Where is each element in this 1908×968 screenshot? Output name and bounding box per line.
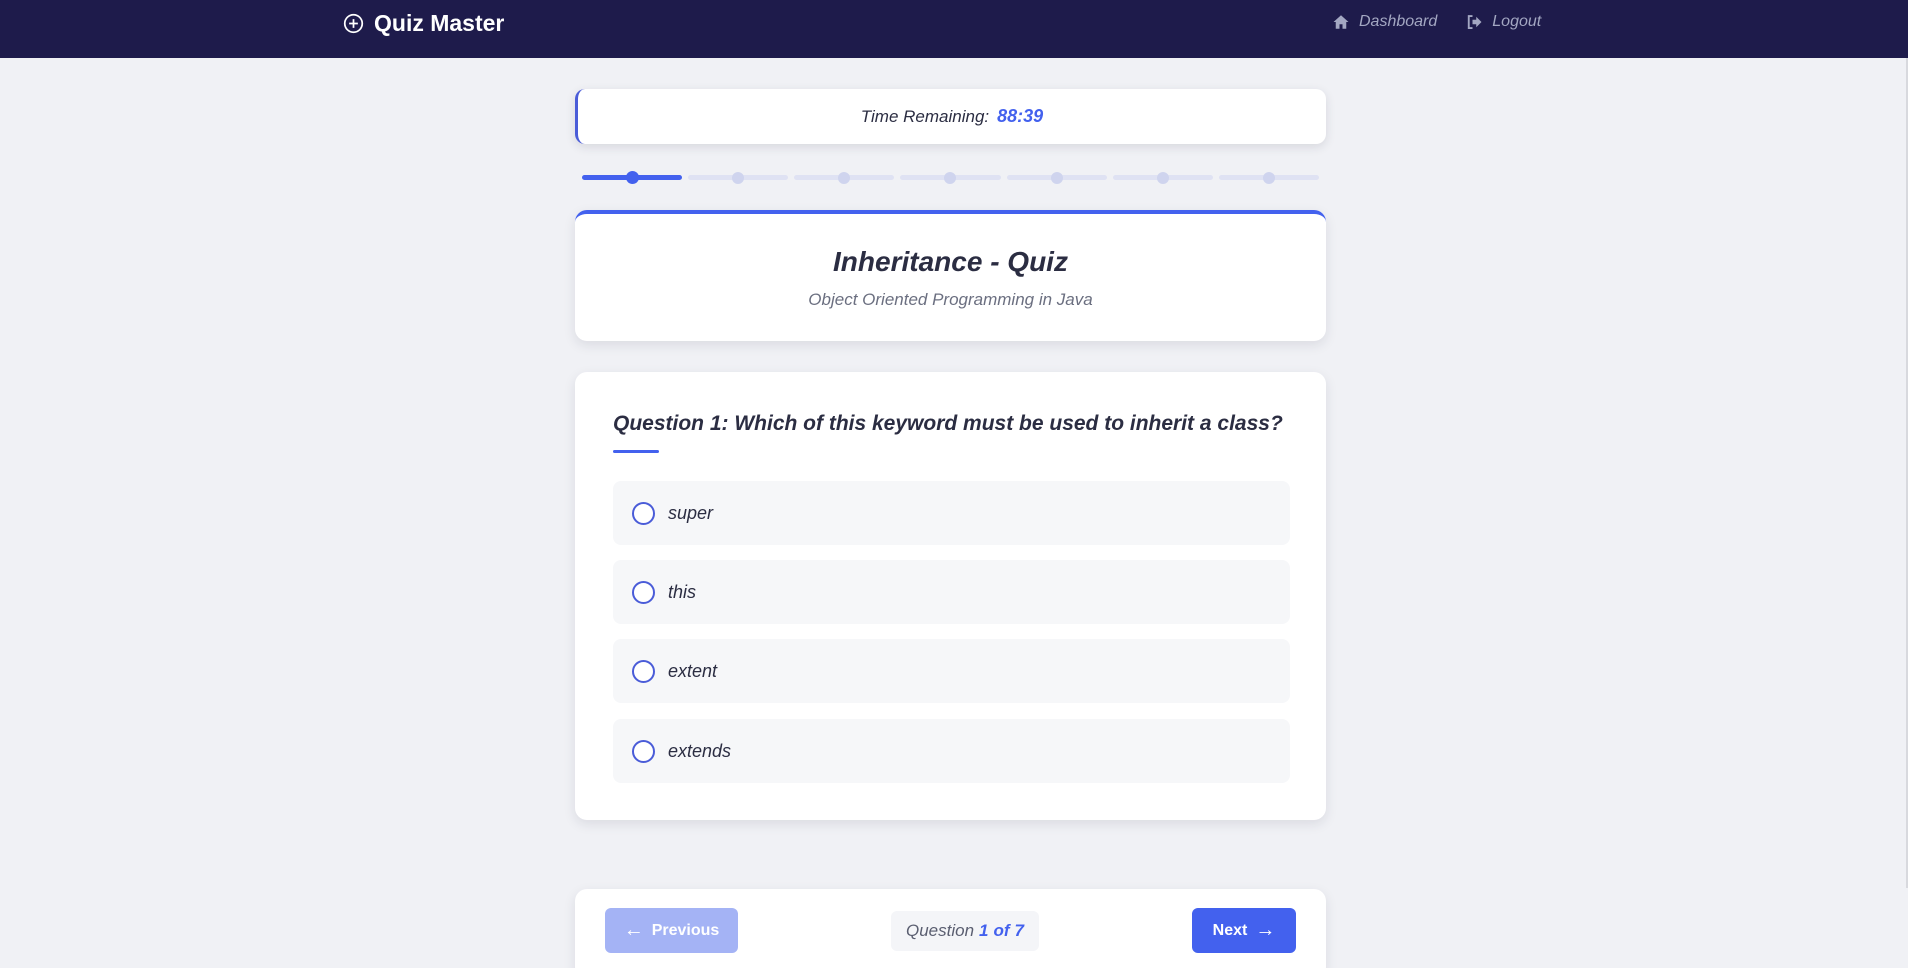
next-button[interactable]: Next →	[1192, 908, 1296, 953]
radio-button[interactable]	[632, 659, 655, 683]
progress-dot	[626, 171, 640, 184]
next-button-label: Next	[1212, 921, 1248, 939]
answer-option[interactable]: this	[613, 560, 1290, 624]
question-text: Question 1: Which of this keyword must b…	[613, 412, 1283, 435]
progress-dot	[1050, 172, 1063, 184]
counter-prefix: Question	[905, 921, 975, 940]
timer-panel: Time Remaining: 88:39	[575, 89, 1326, 144]
nav-links: Dashboard Logout	[1332, 11, 1541, 33]
top-navbar: Quiz Master Dashboard Logout	[0, 0, 1908, 58]
answer-option-label: super	[668, 502, 714, 523]
quiz-title: Inheritance - Quiz	[833, 246, 1068, 277]
arrow-left-icon: ←	[623, 919, 644, 941]
counter-total: 7	[1014, 921, 1025, 940]
radio-button[interactable]	[632, 501, 655, 525]
answer-option[interactable]: extent	[613, 639, 1290, 703]
progress-segment	[794, 172, 895, 184]
answer-option-label: extends	[668, 740, 732, 761]
timer-value: 88:39	[997, 106, 1044, 126]
question-underline	[613, 450, 659, 453]
question-counter: Question 1 of 7	[891, 911, 1039, 951]
radio-button[interactable]	[632, 739, 655, 763]
progress-segment	[1112, 172, 1213, 184]
question-card: Question 1: Which of this keyword must b…	[575, 372, 1326, 820]
brand-name: Quiz Master	[374, 9, 505, 36]
answer-option-label: this	[668, 581, 697, 602]
plus-circle-icon	[343, 13, 364, 33]
question-progress-bar	[582, 171, 1319, 184]
counter-separator: of	[993, 921, 1010, 940]
progress-dot	[838, 172, 851, 184]
progress-segment	[900, 172, 1001, 184]
answer-option[interactable]: super	[613, 481, 1290, 545]
answer-option[interactable]: extends	[613, 719, 1290, 783]
brand-logo[interactable]: Quiz Master	[343, 10, 504, 36]
progress-dot	[944, 172, 957, 184]
logout-icon	[1468, 15, 1482, 29]
home-icon	[1333, 15, 1349, 29]
progress-segment	[582, 171, 683, 184]
nav-link-label: Logout	[1492, 13, 1542, 30]
navigation-footer: ← Previous Question 1 of 7 Next →	[575, 889, 1326, 968]
nav-link-logout[interactable]: Logout	[1465, 13, 1541, 31]
arrow-right-icon: →	[1255, 919, 1276, 941]
progress-dot	[732, 172, 745, 184]
nav-link-dashboard[interactable]: Dashboard	[1332, 13, 1437, 31]
previous-button[interactable]: ← Previous	[605, 908, 738, 953]
quiz-subtitle: Object Oriented Programming in Java	[808, 290, 1093, 309]
counter-current: 1	[979, 921, 989, 940]
quiz-header-card: Inheritance - Quiz Object Oriented Progr…	[575, 210, 1326, 341]
radio-button[interactable]	[632, 580, 655, 604]
answer-option-label: extent	[668, 660, 718, 681]
progress-segment	[1218, 172, 1319, 184]
previous-button-label: Previous	[651, 921, 720, 939]
progress-dot	[1262, 172, 1275, 184]
progress-segment	[1006, 172, 1107, 184]
timer-label: Time Remaining:	[860, 106, 990, 126]
progress-segment	[688, 172, 789, 184]
progress-dot	[1156, 172, 1169, 184]
nav-link-label: Dashboard	[1359, 13, 1438, 30]
